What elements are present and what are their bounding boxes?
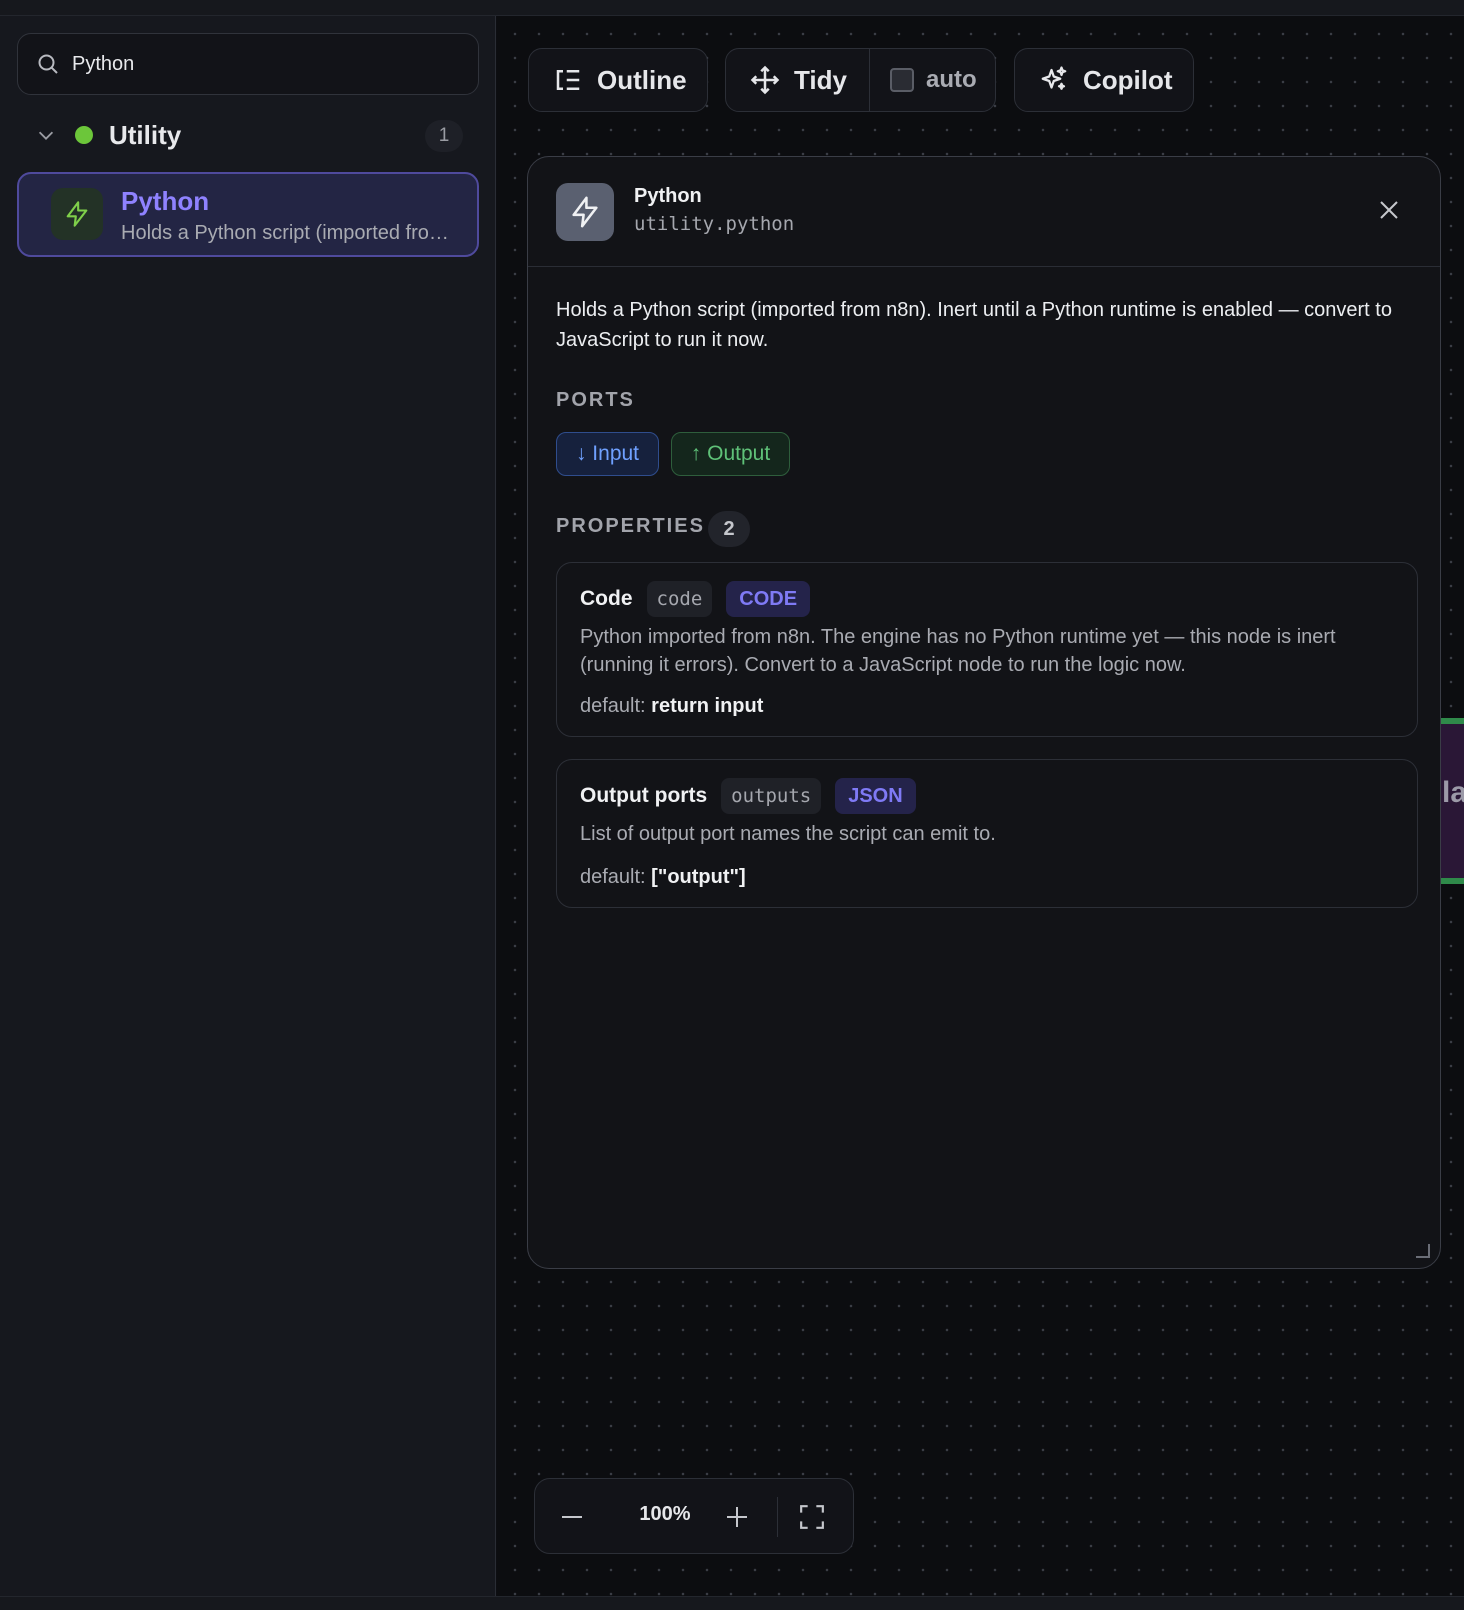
bottom-strip xyxy=(0,1596,1464,1610)
property-default-value: ["output"] xyxy=(651,866,746,888)
fullscreen-icon xyxy=(800,1505,824,1529)
plus-icon xyxy=(727,1507,747,1527)
node-item-title: Python xyxy=(121,186,210,216)
outline-icon xyxy=(556,70,580,90)
property-card-outputs: Output ports outputs JSON List of output… xyxy=(556,759,1418,908)
outline-label: Outline xyxy=(597,64,687,95)
canvas-node-peek[interactable]: la xyxy=(1440,718,1464,884)
category-count-badge: 1 xyxy=(425,120,463,152)
property-default: default: return input xyxy=(580,695,763,718)
node-item-description: Holds a Python script (imported fro… xyxy=(121,222,449,244)
auto-label: auto xyxy=(926,66,977,93)
tidy-label: Tidy xyxy=(794,64,847,95)
close-icon[interactable] xyxy=(1374,195,1404,225)
property-default-label: default: xyxy=(580,866,646,888)
outline-button[interactable]: Outline xyxy=(528,48,708,112)
input-port-pill[interactable]: ↓ Input xyxy=(556,432,659,476)
zoom-level: 100% xyxy=(639,1503,691,1525)
property-type-badge: CODE xyxy=(726,581,811,617)
minus-icon xyxy=(562,1516,582,1518)
lightning-icon xyxy=(556,183,614,241)
category-utility[interactable]: Utility 1 xyxy=(17,112,479,158)
property-key: outputs xyxy=(721,778,822,814)
tidy-button[interactable]: Tidy xyxy=(726,49,870,111)
auto-toggle[interactable]: auto xyxy=(870,49,977,111)
property-default-label: default: xyxy=(580,695,646,717)
property-default: default: ["output"] xyxy=(580,866,746,889)
node-inspector-panel: Python utility.python Holds a Python scr… xyxy=(527,156,1441,1269)
panel-title: Python xyxy=(634,185,702,207)
panel-description: Holds a Python script (imported from n8n… xyxy=(556,299,1392,351)
property-name: Code xyxy=(580,587,633,610)
zoom-divider xyxy=(777,1497,778,1537)
zoom-out-button[interactable] xyxy=(557,1502,587,1532)
panel-type-id: utility.python xyxy=(634,213,795,235)
property-default-value: return input xyxy=(651,695,764,717)
auto-checkbox[interactable] xyxy=(890,68,914,92)
tidy-group: Tidy auto xyxy=(725,48,996,112)
zoom-controls: 100% xyxy=(534,1478,854,1554)
category-label: Utility xyxy=(109,119,182,150)
move-arrows-icon xyxy=(750,65,780,95)
output-port-pill[interactable]: ↑ Output xyxy=(671,432,790,476)
sparkles-icon xyxy=(1041,66,1067,90)
canvas-node-peek-label: la xyxy=(1442,776,1464,809)
category-status-dot xyxy=(75,126,93,144)
zoom-in-button[interactable] xyxy=(722,1502,752,1532)
property-key: code xyxy=(646,581,713,617)
ports-heading: PORTS xyxy=(556,389,635,411)
search-icon xyxy=(38,54,58,74)
property-description: Python imported from n8n. The engine has… xyxy=(580,626,1336,676)
search-input[interactable] xyxy=(72,52,452,76)
chevron-down-icon[interactable] xyxy=(35,124,57,146)
copilot-label: Copilot xyxy=(1083,64,1173,95)
top-strip xyxy=(0,0,1464,16)
properties-count-badge: 2 xyxy=(708,511,750,547)
fit-view-button[interactable] xyxy=(797,1502,827,1532)
panel-header: Python utility.python xyxy=(528,157,1440,267)
copilot-button[interactable]: Copilot xyxy=(1014,48,1194,112)
properties-heading: PROPERTIES xyxy=(556,515,705,537)
resize-handle[interactable] xyxy=(1416,1244,1430,1258)
lightning-icon xyxy=(51,188,103,240)
property-description: List of output port names the script can… xyxy=(580,823,996,845)
node-library-sidebar: Utility 1 Python Holds a Python script (… xyxy=(0,16,496,1596)
property-type-badge: JSON xyxy=(835,778,916,814)
search-box[interactable] xyxy=(17,33,479,95)
node-item-python[interactable]: Python Holds a Python script (imported f… xyxy=(17,172,479,257)
property-card-code: Code code CODE Python imported from n8n.… xyxy=(556,562,1418,737)
property-name: Output ports xyxy=(580,784,708,807)
